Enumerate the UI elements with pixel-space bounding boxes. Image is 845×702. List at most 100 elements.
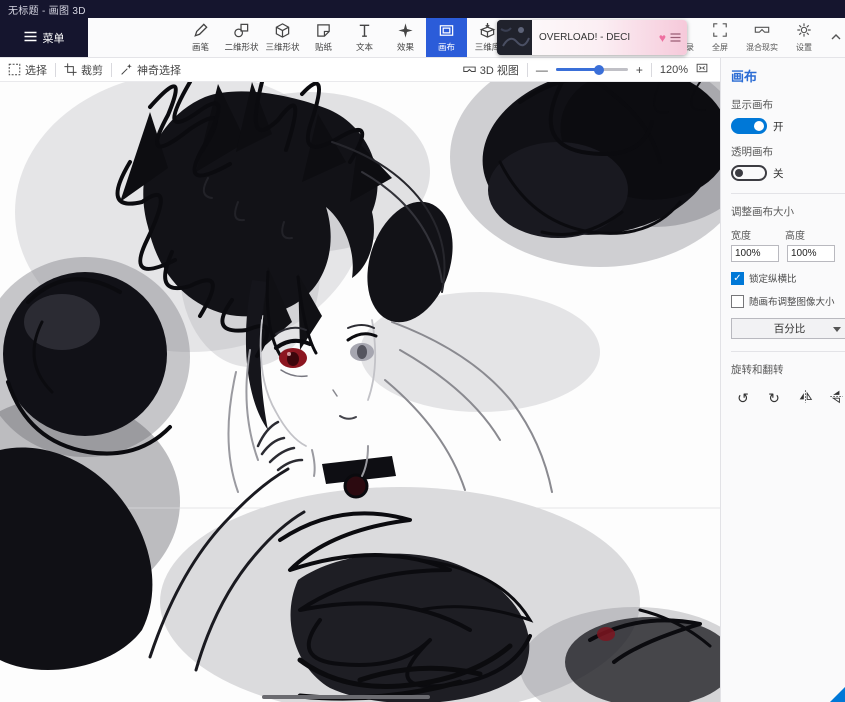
view-3d-button[interactable]: 3D 视图: [463, 62, 519, 78]
menu-label: 菜单: [43, 30, 65, 46]
zoom-out-button[interactable]: —: [536, 63, 548, 77]
horizontal-scrollbar[interactable]: [262, 695, 430, 699]
height-input[interactable]: [787, 245, 835, 262]
playlist-icon[interactable]: [668, 29, 687, 47]
transparent-canvas-label: 透明画布: [731, 144, 845, 159]
canvas-icon: [438, 22, 455, 39]
mixed-reality-icon: [754, 22, 770, 40]
sticker-icon: [315, 22, 332, 39]
crop-icon: [64, 63, 77, 76]
zoom-slider-handle[interactable]: [594, 65, 604, 75]
tab-stickers[interactable]: 贴纸: [303, 18, 344, 57]
mixed-reality-button[interactable]: 混合现实: [743, 22, 781, 53]
crop-button[interactable]: 裁剪: [64, 62, 103, 78]
divider: [111, 63, 112, 77]
canvas-column: 选择 裁剪 神奇选择: [0, 58, 720, 702]
zoom-slider-fill: [556, 68, 599, 71]
gear-icon: [796, 22, 812, 40]
heart-icon[interactable]: ♥: [657, 31, 668, 45]
zoom-in-button[interactable]: +: [636, 63, 643, 77]
flip-vertical-button[interactable]: [824, 386, 845, 410]
magic-select-button[interactable]: 神奇选择: [120, 62, 181, 78]
view-3d-label: 3D 视图: [480, 62, 519, 78]
fit-screen-button[interactable]: [696, 62, 708, 77]
window-title: 无标题 - 画图 3D: [8, 2, 86, 17]
canvas-artwork[interactable]: [0, 82, 720, 702]
music-overlay[interactable]: OVERLOAD! - DECI ♥: [497, 20, 687, 55]
album-art: [497, 20, 532, 55]
select-icon: [8, 63, 21, 76]
collapse-ribbon-button[interactable]: [831, 28, 841, 43]
menu-button[interactable]: 菜单: [0, 18, 88, 57]
panel-title: 画布: [731, 66, 845, 85]
divider: [651, 63, 652, 77]
canvas-panel: 画布 显示画布 开 透明画布 关 调整画布大小 宽度 高度: [720, 58, 845, 702]
select-label: 选择: [25, 62, 47, 78]
unit-dropdown[interactable]: 百分比: [731, 318, 845, 339]
unit-value: 百分比: [774, 321, 806, 336]
button-label: 设置: [796, 42, 812, 53]
2d-shapes-icon: [233, 22, 250, 39]
zoom-group: 3D 视图 — + 120%: [463, 62, 712, 78]
fullscreen-icon: [712, 22, 728, 40]
content: 选择 裁剪 神奇选择: [0, 58, 845, 702]
divider: [55, 63, 56, 77]
tab-3d-shapes[interactable]: 三维形状: [262, 18, 303, 57]
fit-screen-icon: [696, 63, 708, 77]
brush-icon: [192, 22, 209, 39]
music-title: OVERLOAD! - DECI: [532, 32, 657, 43]
transparent-canvas-state: 关: [773, 166, 784, 181]
show-canvas-state: 开: [773, 119, 784, 134]
rotate-left-icon: ↺: [737, 390, 749, 407]
titlebar[interactable]: 无标题 - 画图 3D: [0, 0, 845, 18]
rotate-right-button[interactable]: ↻: [762, 386, 786, 410]
flip-horizontal-icon: [798, 389, 813, 407]
flip-vertical-icon: [829, 389, 844, 407]
divider: [731, 193, 845, 194]
width-label: 宽度: [731, 227, 751, 242]
ribbon-toolbar: 菜单 画笔 二维形状 三维形状: [0, 18, 845, 58]
resize-image-checkbox[interactable]: [731, 295, 744, 308]
tab-label: 画笔: [192, 41, 209, 53]
chevron-up-icon: [831, 28, 841, 43]
divider: [527, 63, 528, 77]
flip-horizontal-button[interactable]: [793, 386, 817, 410]
tab-label: 画布: [438, 41, 455, 53]
tab-effects[interactable]: 效果: [385, 18, 426, 57]
tab-text[interactable]: 文本: [344, 18, 385, 57]
resize-canvas-label: 调整画布大小: [731, 204, 845, 219]
button-label: 全屏: [712, 42, 728, 53]
resize-corner[interactable]: [830, 687, 845, 702]
select-button[interactable]: 选择: [8, 62, 47, 78]
effects-icon: [397, 22, 414, 39]
width-input[interactable]: [731, 245, 779, 262]
divider: [731, 351, 845, 352]
tab-label: 文本: [356, 41, 373, 53]
tab-label: 二维形状: [224, 41, 258, 53]
tab-2d-shapes[interactable]: 二维形状: [221, 18, 262, 57]
paint3d-window: 无标题 - 画图 3D 菜单 画笔 二维形状: [0, 0, 845, 702]
button-label: 混合现实: [746, 42, 778, 53]
tab-canvas[interactable]: 画布: [426, 18, 467, 57]
hamburger-icon: [24, 31, 37, 45]
tab-brushes[interactable]: 画笔: [180, 18, 221, 57]
fullscreen-button[interactable]: 全屏: [701, 22, 739, 53]
crop-label: 裁剪: [81, 62, 103, 78]
sub-toolbar: 选择 裁剪 神奇选择: [0, 58, 720, 82]
settings-button[interactable]: 设置: [785, 22, 823, 53]
transparent-canvas-toggle[interactable]: [731, 165, 767, 181]
tab-label: 效果: [397, 41, 414, 53]
chevron-down-icon: [833, 327, 841, 332]
zoom-level: 120%: [660, 64, 688, 76]
tab-label: 三维形状: [265, 41, 299, 53]
show-canvas-toggle[interactable]: [731, 118, 767, 134]
magic-select-label: 神奇选择: [137, 62, 181, 78]
tab-label: 贴纸: [315, 41, 332, 53]
rotate-flip-label: 旋转和翻转: [731, 362, 845, 377]
magic-select-icon: [120, 63, 133, 76]
3d-shapes-icon: [274, 22, 291, 39]
lock-aspect-checkbox[interactable]: [731, 272, 744, 285]
rotate-left-button[interactable]: ↺: [731, 386, 755, 410]
zoom-slider[interactable]: [556, 68, 628, 71]
canvas-area[interactable]: [0, 82, 720, 702]
